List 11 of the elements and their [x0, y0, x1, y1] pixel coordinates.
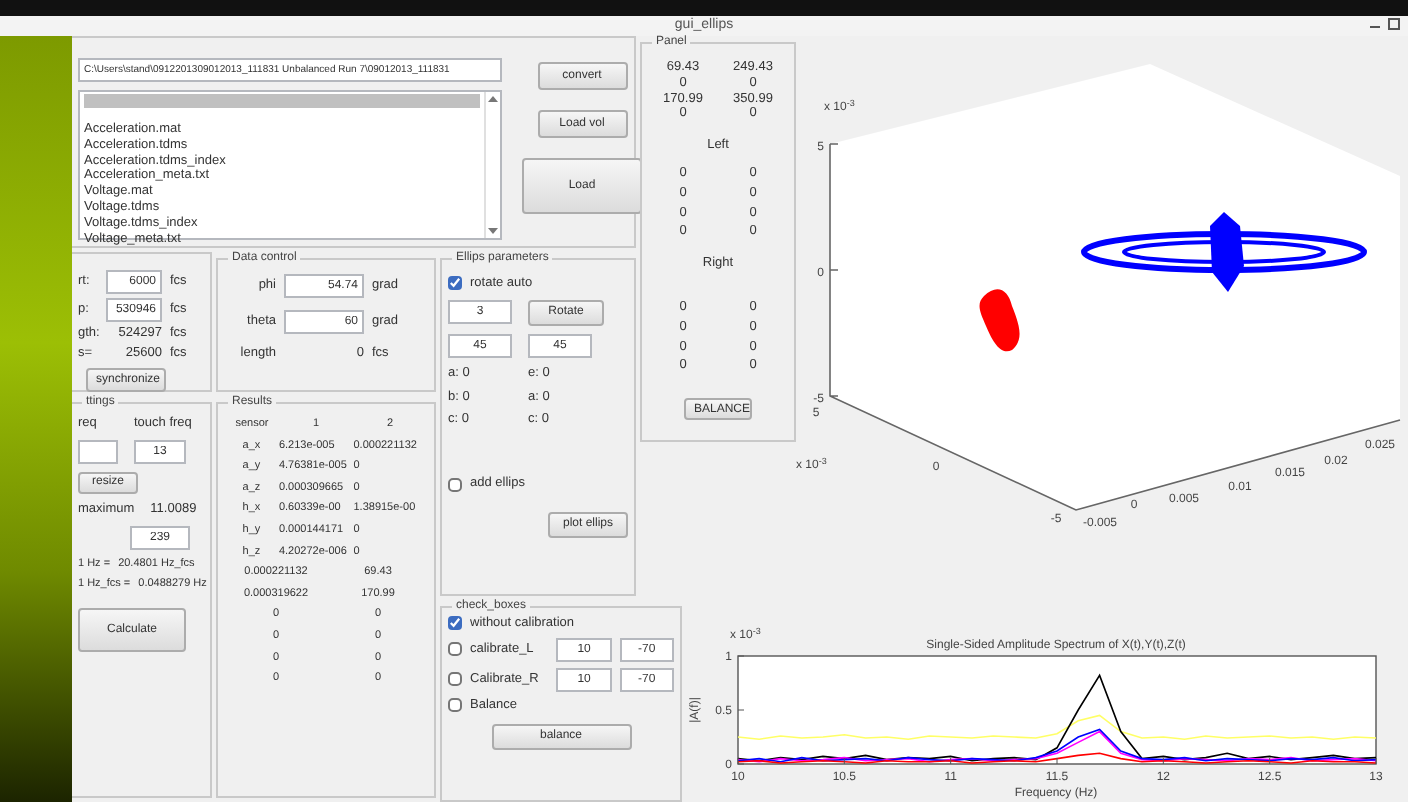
checkbox[interactable] [448, 698, 462, 713]
checkbox[interactable] [448, 276, 462, 291]
scroll-down-icon[interactable] [488, 228, 498, 234]
checkbox[interactable] [448, 672, 462, 687]
input-field[interactable] [78, 439, 118, 464]
scroll-up-icon[interactable] [488, 96, 498, 102]
checkbox[interactable] [448, 642, 462, 657]
checkbox[interactable] [448, 616, 462, 631]
maximize-icon[interactable] [1388, 18, 1400, 30]
checkbox[interactable] [448, 477, 462, 492]
scatter-cluster [979, 289, 1020, 352]
